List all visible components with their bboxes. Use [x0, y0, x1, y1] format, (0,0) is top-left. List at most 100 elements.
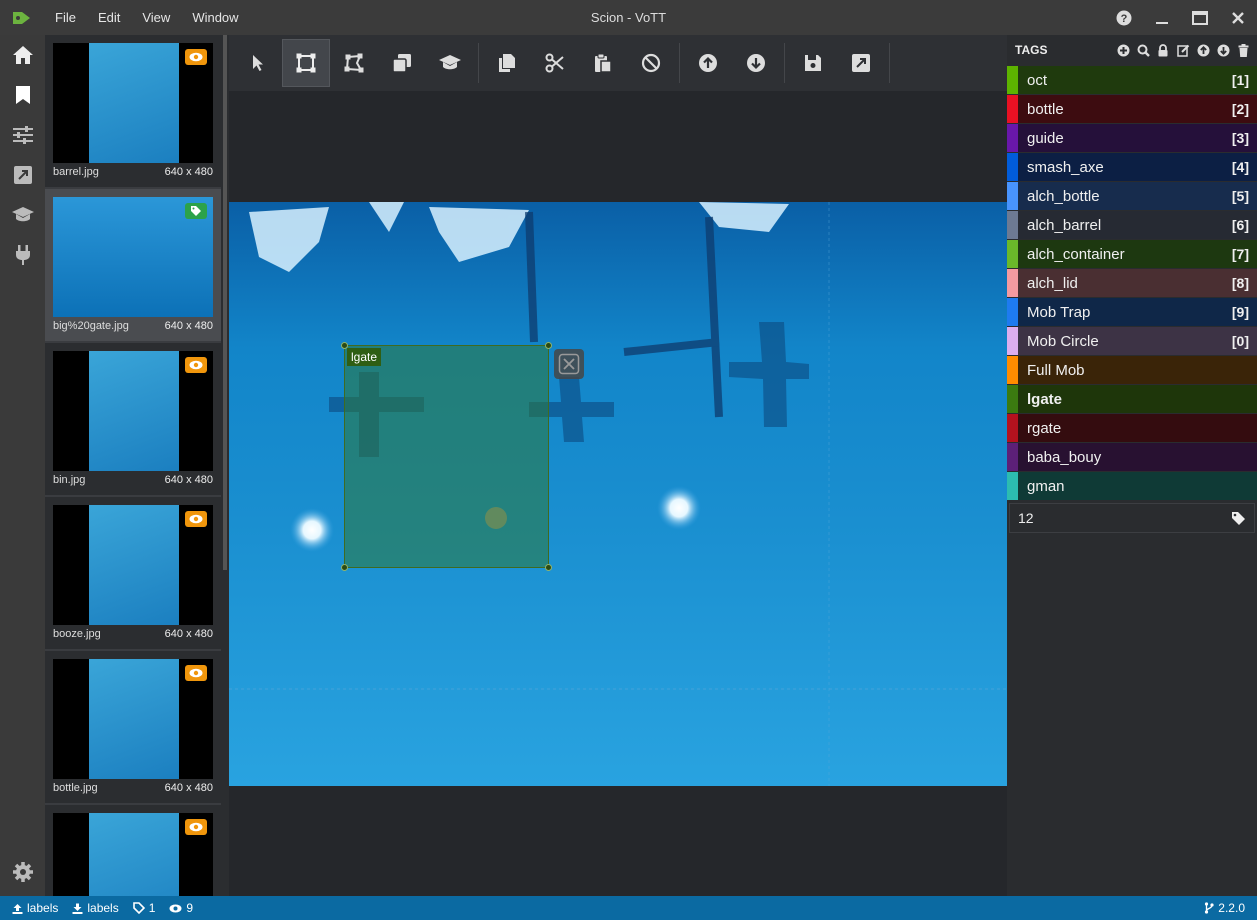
tag-name: gman [1027, 477, 1065, 495]
tag-color-swatch[interactable] [1007, 327, 1018, 355]
tag-item-gman[interactable]: gman [1007, 472, 1257, 500]
tag-item-alch-bottle[interactable]: alch_bottle [5] [1007, 182, 1257, 210]
minimize-button[interactable] [1143, 0, 1181, 35]
menu-window[interactable]: Window [181, 0, 249, 35]
move-down-icon[interactable] [1215, 42, 1231, 58]
tag-item-lgate[interactable]: lgate [1007, 385, 1257, 413]
region-delete-button[interactable] [554, 349, 584, 379]
rectangle-tool-button[interactable] [282, 39, 330, 87]
remove-all-regions-button[interactable] [627, 39, 675, 87]
search-icon[interactable] [1135, 42, 1151, 58]
tag-input-value[interactable]: 12 [1018, 510, 1034, 526]
tag-item-alch-lid[interactable]: alch_lid [8] [1007, 269, 1257, 297]
asset-thumb-selected[interactable]: big%20gate.jpg 640 x 480 [45, 189, 221, 343]
previous-asset-button[interactable] [684, 39, 732, 87]
copy-regions-button[interactable] [483, 39, 531, 87]
graduation-cap-icon [439, 55, 461, 70]
arrow-circle-up-icon [699, 54, 717, 72]
tag-color-swatch[interactable] [1007, 95, 1018, 123]
tag-color-swatch[interactable] [1007, 356, 1018, 384]
copy-icon [499, 54, 515, 72]
resize-handle[interactable] [545, 342, 552, 349]
tag-item-full-mob[interactable]: Full Mob [1007, 356, 1257, 384]
nav-home[interactable] [0, 35, 45, 75]
arrow-circle-down-icon [747, 54, 765, 72]
import-status: labels [72, 901, 119, 915]
maximize-button[interactable] [1181, 0, 1219, 35]
tag-item-baba-bouy[interactable]: baba_bouy [1007, 443, 1257, 471]
scrollbar-thumb[interactable] [223, 35, 227, 570]
bounding-box-region[interactable]: lgate [344, 345, 549, 568]
menu-edit[interactable]: Edit [87, 0, 131, 35]
copy-rectangle-button[interactable] [378, 39, 426, 87]
polygon-tool-button[interactable] [330, 39, 378, 87]
nav-editor[interactable] [0, 75, 45, 115]
visited-count: 9 [186, 901, 194, 915]
tag-item-mob-circle[interactable]: Mob Circle [0] [1007, 327, 1257, 355]
tag-color-swatch[interactable] [1007, 124, 1018, 152]
resize-handle[interactable] [341, 342, 348, 349]
asset-preview [53, 505, 213, 625]
export-icon [852, 54, 870, 72]
tag-color-swatch[interactable] [1007, 211, 1018, 239]
lock-icon[interactable] [1155, 42, 1171, 58]
tag-item-mob-trap[interactable]: Mob Trap [9] [1007, 298, 1257, 326]
add-tag-icon[interactable] [1115, 42, 1131, 58]
asset-thumb[interactable]: booze.jpg 640 x 480 [45, 497, 221, 651]
tag-item-rgate[interactable]: rgate [1007, 414, 1257, 442]
tag-item-alch-barrel[interactable]: alch_barrel [6] [1007, 211, 1257, 239]
tag-color-swatch[interactable] [1007, 385, 1018, 413]
tag-color-swatch[interactable] [1007, 182, 1018, 210]
asset-thumb[interactable]: barrel.jpg 640 x 480 [45, 35, 221, 189]
edit-icon[interactable] [1175, 42, 1191, 58]
nav-app-settings[interactable] [0, 852, 45, 892]
tag-name: smash_axe [1027, 158, 1104, 176]
export-project-button[interactable] [837, 39, 885, 87]
nav-export[interactable] [0, 155, 45, 195]
tag-item-smash-axe[interactable]: smash_axe [4] [1007, 153, 1257, 181]
tag-color-swatch[interactable] [1007, 443, 1018, 471]
tag-item-guide[interactable]: guide [3] [1007, 124, 1257, 152]
tag-name: lgate [1027, 390, 1063, 408]
save-project-button[interactable] [789, 39, 837, 87]
asset-thumb[interactable] [45, 805, 221, 896]
tag-item-alch-container[interactable]: alch_container [7] [1007, 240, 1257, 268]
close-button[interactable] [1219, 0, 1257, 35]
active-learning-button[interactable] [426, 39, 474, 87]
resize-handle[interactable] [545, 564, 552, 571]
save-icon [805, 55, 821, 71]
thumbnail-scrollbar[interactable] [221, 35, 229, 896]
help-icon[interactable]: ? [1105, 0, 1143, 35]
nav-settings[interactable] [0, 115, 45, 155]
tag-input-field[interactable]: 12 [1009, 503, 1255, 533]
move-up-icon[interactable] [1195, 42, 1211, 58]
nav-connections[interactable] [0, 235, 45, 275]
tag-color-swatch[interactable] [1007, 298, 1018, 326]
rectangle-draw-icon [296, 53, 316, 73]
tag-color-swatch[interactable] [1007, 269, 1018, 297]
tag-color-swatch[interactable] [1007, 414, 1018, 442]
cut-regions-button[interactable] [531, 39, 579, 87]
menu-view[interactable]: View [131, 0, 181, 35]
tag-color-swatch[interactable] [1007, 66, 1018, 94]
next-asset-button[interactable] [732, 39, 780, 87]
tag-item-bottle[interactable]: bottle [2] [1007, 95, 1257, 123]
tag-color-swatch[interactable] [1007, 240, 1018, 268]
tag-hotkey: [2] [1231, 101, 1249, 117]
tag-color-swatch[interactable] [1007, 472, 1018, 500]
tag-icon [132, 902, 145, 914]
visited-eye-icon [185, 511, 207, 527]
tag-color-swatch[interactable] [1007, 153, 1018, 181]
nav-active-learning[interactable] [0, 195, 45, 235]
resize-handle[interactable] [341, 564, 348, 571]
asset-name: big%20gate.jpg [53, 320, 129, 332]
tag-item-oct[interactable]: oct [1] [1007, 66, 1257, 94]
asset-thumb[interactable]: bin.jpg 640 x 480 [45, 343, 221, 497]
asset-thumb[interactable]: bottle.jpg 640 x 480 [45, 651, 221, 805]
image-canvas[interactable]: lgate [229, 202, 1007, 786]
close-box-icon [558, 353, 580, 375]
select-tool-button[interactable] [234, 39, 282, 87]
menu-file[interactable]: File [44, 0, 87, 35]
trash-icon[interactable] [1235, 42, 1251, 58]
paste-regions-button[interactable] [579, 39, 627, 87]
